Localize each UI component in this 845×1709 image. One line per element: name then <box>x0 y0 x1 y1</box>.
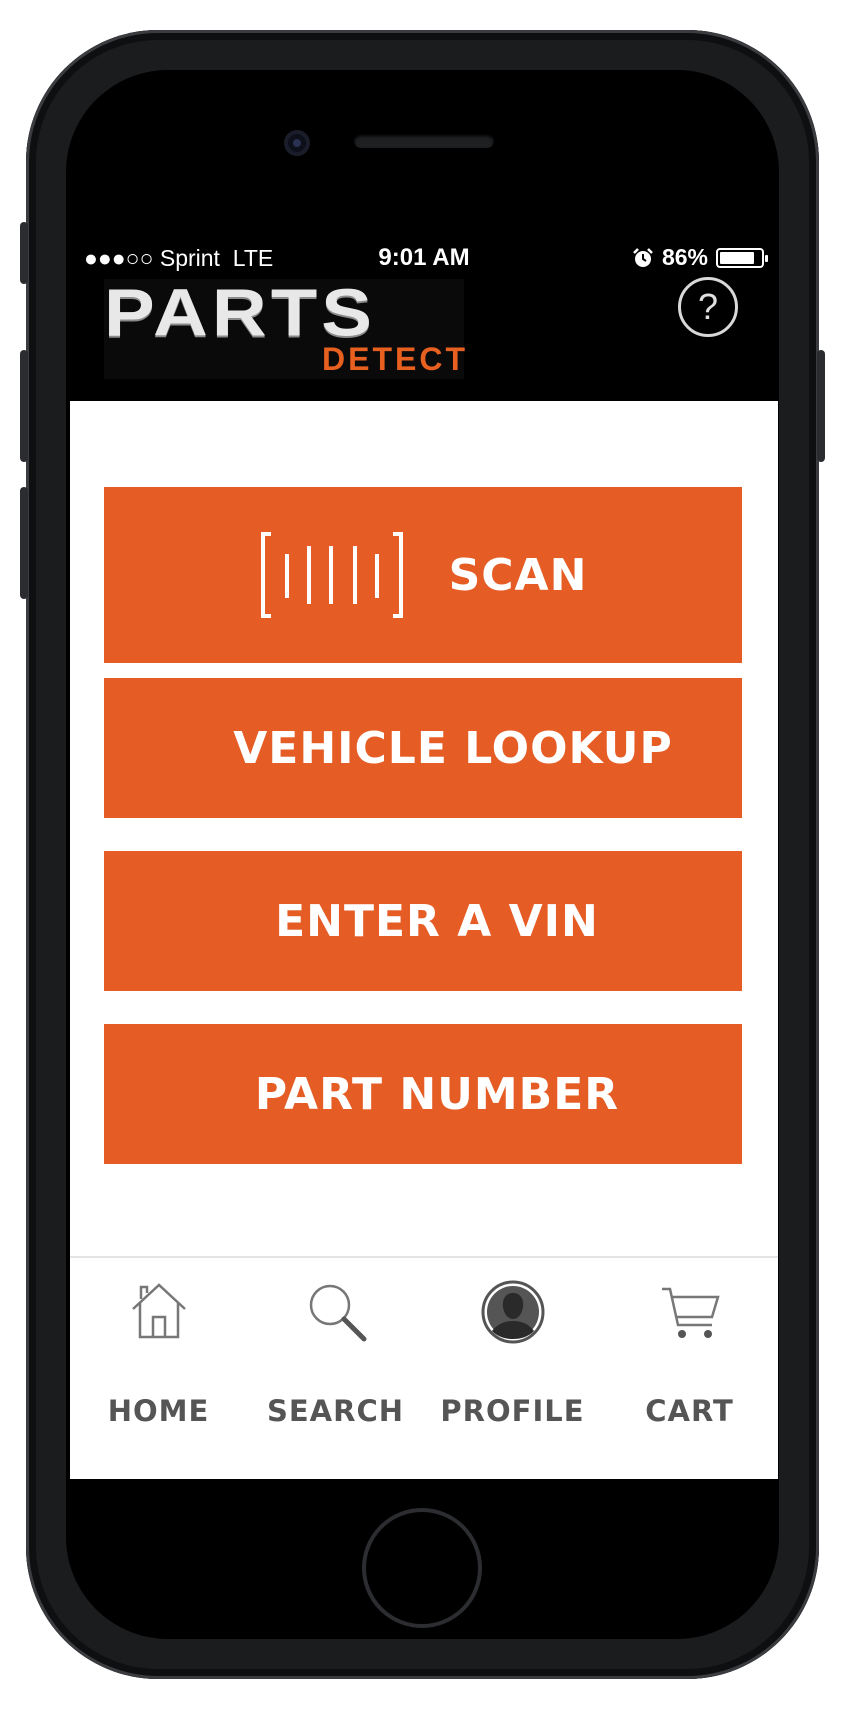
enter-vin-button[interactable]: ENTER A VIN <box>104 851 742 991</box>
tab-home[interactable]: HOME <box>70 1279 247 1459</box>
mute-switch <box>20 222 28 284</box>
tab-bar-divider <box>70 1256 778 1258</box>
cart-icon <box>661 1287 720 1338</box>
earpiece-speaker <box>354 134 494 148</box>
battery-icon <box>716 247 768 268</box>
status-right: 86% <box>632 244 768 271</box>
question-circle-icon[interactable]: ? <box>678 277 738 337</box>
home-button[interactable] <box>362 1508 482 1628</box>
power-button <box>817 350 825 462</box>
tab-cart[interactable]: CART <box>601 1279 778 1459</box>
vehicle-lookup-button[interactable]: VEHICLE LOOKUP <box>104 678 742 818</box>
volume-up-button <box>20 350 28 462</box>
home-icon <box>131 1283 186 1339</box>
battery-level <box>720 251 755 264</box>
logo-detect-text: DETECT <box>322 341 468 377</box>
battery-percent: 86% <box>661 244 708 270</box>
tab-profile[interactable]: PROFILE <box>424 1279 601 1459</box>
tab-search[interactable]: SEARCH <box>247 1279 424 1459</box>
parts-detect-logo: PARTS DETECT <box>104 276 465 379</box>
front-camera <box>284 130 310 156</box>
tab-search-label: SEARCH <box>266 1394 405 1428</box>
vehicle-lookup-label: VEHICLE LOOKUP <box>233 722 673 774</box>
search-icon <box>309 1284 366 1342</box>
app-screen: ●●●○○ Sprint LTE 9:01 AM 86% PARTS DETEC… <box>70 237 778 1479</box>
alarm-icon <box>633 247 653 267</box>
barcode-scan-icon <box>260 532 403 618</box>
scan-button[interactable]: SCAN <box>104 487 742 663</box>
tab-cart-label: CART <box>645 1394 734 1428</box>
part-number-button[interactable]: PART NUMBER <box>104 1024 742 1164</box>
status-bar: ●●●○○ Sprint LTE 9:01 AM 86% <box>70 237 778 279</box>
tab-home-label: HOME <box>107 1394 210 1428</box>
profile-icon <box>481 1280 544 1344</box>
volume-down-button <box>20 487 28 599</box>
part-number-label: PART NUMBER <box>254 1068 620 1120</box>
app-header: ●●●○○ Sprint LTE 9:01 AM 86% PARTS DETEC… <box>70 237 778 401</box>
enter-vin-label: ENTER A VIN <box>275 895 599 947</box>
scan-button-label: SCAN <box>448 549 588 601</box>
tab-profile-label: PROFILE <box>440 1394 585 1428</box>
